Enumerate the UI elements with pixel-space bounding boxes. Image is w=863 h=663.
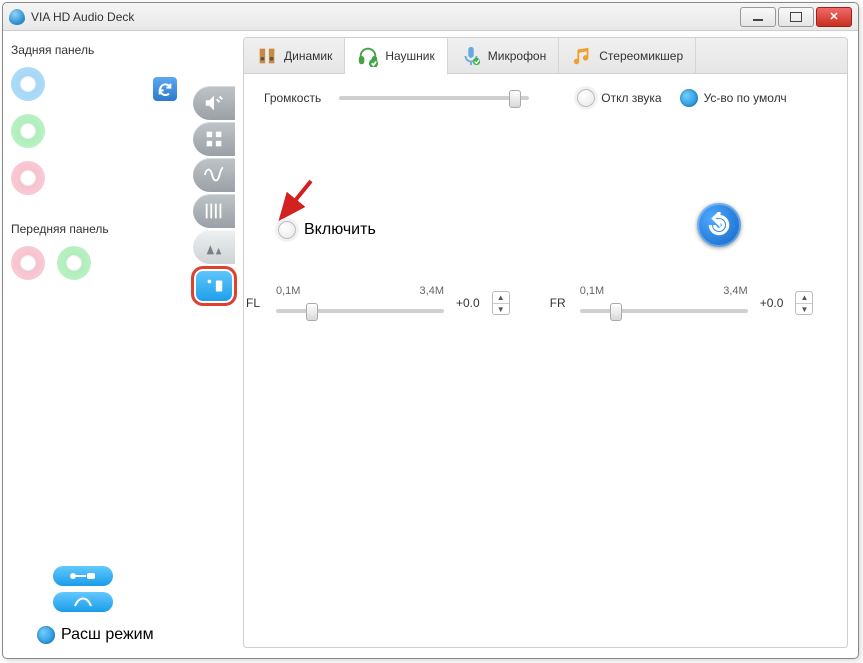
fr-scale-max: 3,4M (723, 285, 747, 297)
tab-label: Динамик (284, 49, 332, 63)
headphone-icon (357, 45, 379, 67)
fr-scale-min: 0,1M (580, 285, 604, 297)
default-label: Ус-во по умолч (704, 91, 787, 105)
tab-label: Наушник (385, 49, 434, 63)
tab-label: Микрофон (488, 49, 546, 63)
front-jack-pink[interactable] (11, 246, 45, 280)
radio-checked-icon (680, 89, 698, 107)
minimize-button[interactable] (740, 7, 776, 27)
rail-environment[interactable] (193, 230, 235, 264)
pill-info[interactable] (53, 592, 113, 612)
down-icon: ▼ (493, 304, 509, 315)
fl-stepper[interactable]: ▲▼ (492, 291, 510, 315)
close-button[interactable] (816, 7, 852, 27)
fl-label: FL (246, 296, 268, 310)
titlebar: VIA HD Audio Deck (3, 3, 858, 31)
radio-unchecked-icon (577, 89, 595, 107)
mute-option[interactable]: Откл звука (577, 89, 661, 107)
jack-blue[interactable] (11, 67, 45, 101)
up-icon: ▲ (796, 292, 812, 304)
reset-button[interactable] (697, 203, 741, 247)
app-icon (9, 9, 25, 25)
volume-slider[interactable] (339, 88, 529, 108)
volume-label: Громкость (264, 91, 321, 105)
down-icon: ▼ (796, 304, 812, 315)
rail-volume[interactable] (193, 86, 235, 120)
fl-value: +0.0 (456, 296, 480, 310)
tab-headphone[interactable]: Наушник (345, 38, 447, 75)
fr-label: FR (550, 296, 572, 310)
fr-value: +0.0 (760, 296, 784, 310)
rail-equalizer[interactable] (193, 194, 235, 228)
enable-option[interactable]: Включить (278, 221, 376, 239)
fr-stepper[interactable]: ▲▼ (795, 291, 813, 315)
speaker-icon (256, 45, 278, 67)
radio-unchecked-icon (278, 221, 296, 239)
window-title: VIA HD Audio Deck (31, 10, 134, 24)
back-panel-label: Задняя панель (11, 43, 239, 57)
music-icon (571, 45, 593, 67)
microphone-icon (460, 45, 482, 67)
rail-room[interactable] (191, 266, 237, 306)
fl-scale-max: 3,4M (420, 285, 444, 297)
rail-wave[interactable] (193, 158, 235, 192)
tab-label: Стереомикшер (599, 49, 683, 63)
up-icon: ▲ (493, 292, 509, 304)
front-jack-green[interactable] (57, 246, 91, 280)
tab-stereomixer[interactable]: Стереомикшер (559, 38, 696, 73)
maximize-button[interactable] (778, 7, 814, 27)
rail-speakers[interactable] (193, 122, 235, 156)
fl-slider[interactable] (276, 301, 444, 321)
jack-green[interactable] (11, 114, 45, 148)
mute-label: Откл звука (601, 91, 661, 105)
pill-connector[interactable] (53, 566, 113, 586)
tab-dynamic[interactable]: Динамик (244, 38, 345, 73)
tabstrip: Динамик Наушник Микрофон Стереомикшер (244, 38, 847, 74)
fl-scale-min: 0,1M (276, 285, 300, 297)
tab-microphone[interactable]: Микрофон (448, 38, 559, 73)
mode-label: Расш режим (61, 626, 154, 644)
fr-slider[interactable] (580, 301, 748, 321)
default-device-option[interactable]: Ус-во по умолч (680, 89, 787, 107)
jack-pink[interactable] (11, 161, 45, 195)
refresh-button[interactable] (153, 77, 177, 101)
mode-radio-icon[interactable] (37, 626, 55, 644)
enable-label: Включить (304, 221, 376, 239)
